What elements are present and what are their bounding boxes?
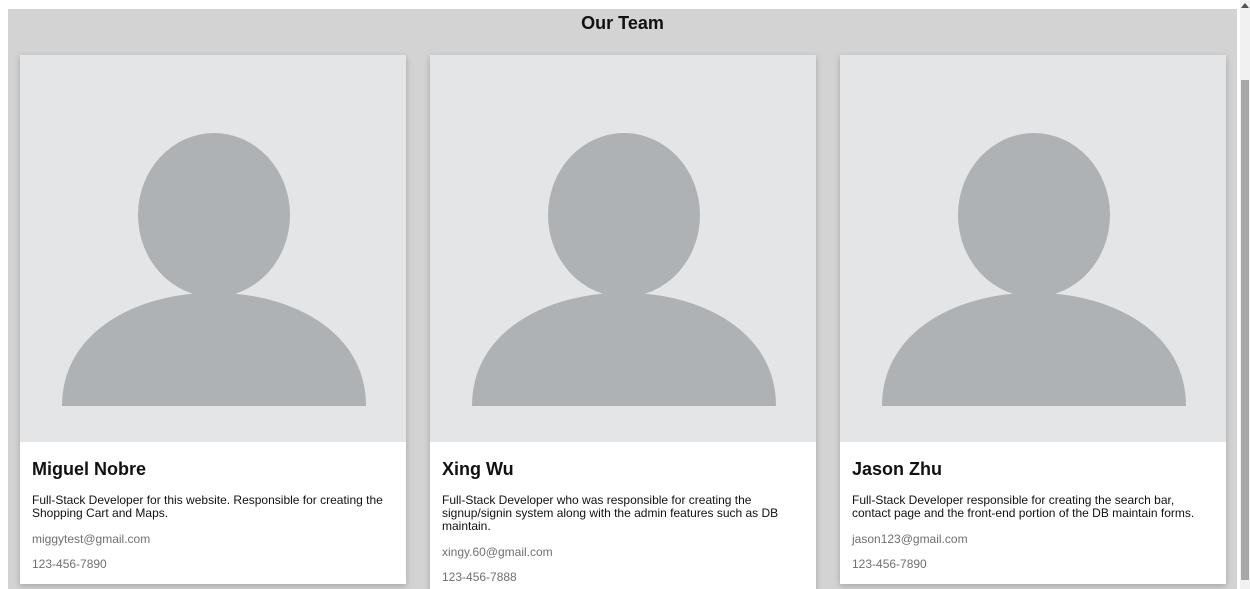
person-placeholder-icon	[472, 133, 776, 406]
scrollbar-thumb[interactable]	[1241, 80, 1249, 580]
avatar	[840, 55, 1226, 442]
card-body: Jason Zhu Full-Stack Developer responsib…	[840, 442, 1226, 571]
person-placeholder-icon	[882, 133, 1186, 406]
vertical-scrollbar[interactable]	[1240, 0, 1250, 589]
team-cards: Miguel Nobre Full-Stack Developer for th…	[20, 55, 1227, 589]
scroll-up-arrow-icon[interactable]	[1241, 3, 1249, 8]
team-card-miguel-nobre: Miguel Nobre Full-Stack Developer for th…	[20, 55, 406, 584]
member-phone: 123-456-7890	[32, 557, 107, 571]
member-name: Jason Zhu	[852, 459, 943, 479]
avatar	[430, 55, 816, 442]
member-description: Full-Stack Developer who was responsible…	[442, 493, 779, 533]
avatar	[20, 55, 406, 442]
viewport: Our Team Miguel Nobre Full-Stack Develop…	[0, 0, 1250, 589]
member-name: Xing Wu	[442, 459, 514, 479]
card-body: Miguel Nobre Full-Stack Developer for th…	[20, 442, 406, 571]
team-card-xing-wu: Xing Wu Full-Stack Developer who was res…	[430, 55, 816, 589]
member-description: Full-Stack Developer responsible for cre…	[852, 493, 1195, 520]
member-email: jason123@gmail.com	[852, 532, 968, 546]
team-card-jason-zhu: Jason Zhu Full-Stack Developer responsib…	[840, 55, 1226, 584]
page-title: Our Team	[581, 13, 664, 33]
member-email: xingy.60@gmail.com	[442, 545, 553, 559]
person-placeholder-icon	[62, 133, 366, 406]
member-name: Miguel Nobre	[32, 459, 147, 479]
member-phone: 123-456-7890	[852, 557, 927, 571]
member-phone: 123-456-7888	[442, 570, 517, 584]
member-description: Full-Stack Developer for this website. R…	[32, 493, 383, 520]
team-page: Our Team Miguel Nobre Full-Stack Develop…	[8, 9, 1237, 589]
member-email: miggytest@gmail.com	[32, 532, 151, 546]
card-body: Xing Wu Full-Stack Developer who was res…	[430, 442, 816, 584]
